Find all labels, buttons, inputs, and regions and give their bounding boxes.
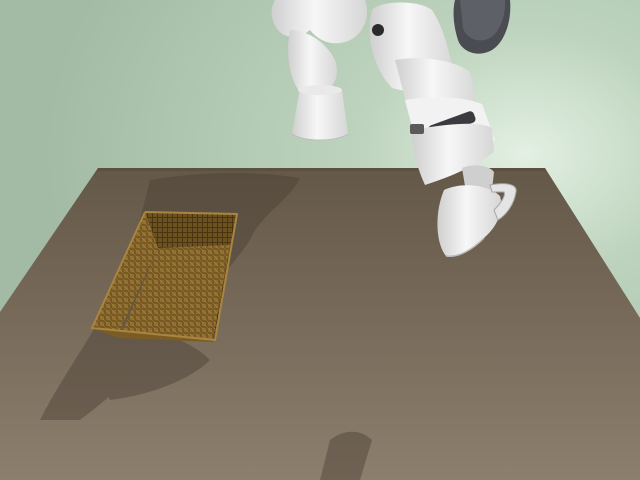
- scene-canvas: [0, 0, 640, 480]
- simulation-viewport: [0, 0, 640, 480]
